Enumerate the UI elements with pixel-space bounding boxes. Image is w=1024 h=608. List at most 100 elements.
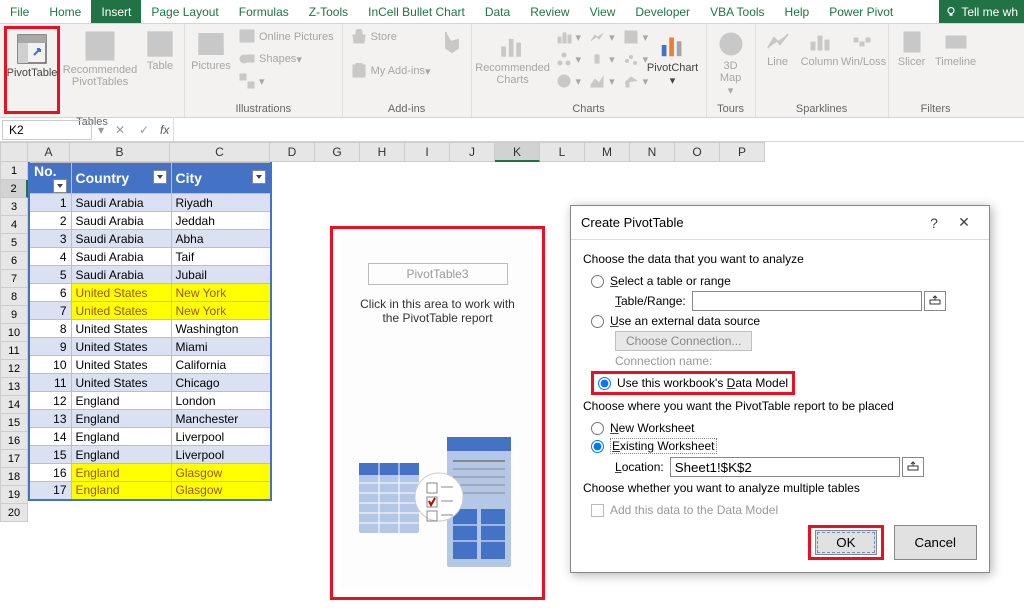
spark-line-button[interactable]: Line [760, 26, 796, 70]
row-header-7[interactable]: 7 [0, 270, 28, 288]
row-header-15[interactable]: 15 [0, 414, 28, 432]
tab-page-layout[interactable]: Page Layout [141, 0, 228, 23]
row-header-20[interactable]: 20 [0, 504, 28, 522]
cell[interactable]: 7 [29, 302, 71, 320]
cell[interactable]: Manchester [171, 410, 271, 428]
pivotchart-button[interactable]: PivotChart▾ [644, 26, 702, 89]
row-header-3[interactable]: 3 [0, 198, 28, 216]
cell[interactable]: United States [71, 320, 171, 338]
shapes-button[interactable]: Shapes ▾ [235, 48, 338, 70]
tab-incell[interactable]: InCell Bullet Chart [358, 0, 475, 23]
col-header-N[interactable]: N [630, 142, 675, 162]
radio-new-worksheet[interactable] [591, 422, 604, 435]
cell[interactable]: England [71, 392, 171, 410]
cell[interactable]: Liverpool [171, 428, 271, 446]
filter-dropdown-country[interactable] [153, 170, 167, 184]
cell[interactable]: Taif [171, 248, 271, 266]
row-header-10[interactable]: 10 [0, 324, 28, 342]
cell[interactable]: Jubail [171, 266, 271, 284]
tab-data[interactable]: Data [475, 0, 520, 23]
cell[interactable]: Saudi Arabia [71, 230, 171, 248]
chart-bar-button[interactable]: ▾ [552, 26, 586, 48]
col-header-H[interactable]: H [360, 142, 405, 162]
cell[interactable]: Jeddah [171, 212, 271, 230]
row-header-2[interactable]: 2 [0, 180, 28, 198]
opt-external[interactable]: Use an external data source [591, 314, 977, 328]
table-button[interactable]: Table [140, 26, 180, 74]
col-header-O[interactable]: O [675, 142, 720, 162]
row-header-13[interactable]: 13 [0, 378, 28, 396]
dialog-close-icon[interactable]: ✕ [949, 214, 979, 231]
cell[interactable]: Liverpool [171, 446, 271, 464]
range-picker-button[interactable] [924, 291, 946, 311]
cell[interactable]: 1 [29, 194, 71, 212]
3dmap-button[interactable]: 3D Map▾ [711, 26, 751, 99]
pivottable-placeholder[interactable]: PivotTable3 Click in this area to work w… [330, 226, 545, 600]
cell[interactable]: England [71, 446, 171, 464]
cell[interactable]: 4 [29, 248, 71, 266]
bing-button[interactable] [437, 26, 467, 58]
opt-new-worksheet[interactable]: New Worksheet [591, 421, 977, 435]
tab-help[interactable]: Help [775, 0, 820, 23]
filter-dropdown-no[interactable] [53, 179, 67, 193]
col-header-I[interactable]: I [405, 142, 450, 162]
cell[interactable]: 3 [29, 230, 71, 248]
cell[interactable]: Saudi Arabia [71, 248, 171, 266]
tab-insert[interactable]: Insert [91, 0, 141, 23]
cell[interactable]: California [171, 356, 271, 374]
row-header-18[interactable]: 18 [0, 468, 28, 486]
row-header-19[interactable]: 19 [0, 486, 28, 504]
spark-col-button[interactable]: Column [798, 26, 842, 70]
row-header-16[interactable]: 16 [0, 432, 28, 450]
header-no[interactable]: No. [29, 163, 71, 194]
row-header-17[interactable]: 17 [0, 450, 28, 468]
chart-line-button[interactable]: ▾ [585, 26, 619, 48]
cell[interactable]: Glasgow [171, 464, 271, 482]
row-header-4[interactable]: 4 [0, 216, 28, 234]
cell[interactable]: United States [71, 338, 171, 356]
tab-developer[interactable]: Developer [625, 0, 700, 23]
header-city[interactable]: City [171, 163, 271, 194]
dialog-help-icon[interactable]: ? [919, 215, 949, 231]
cell[interactable]: Riyadh [171, 194, 271, 212]
cell[interactable]: Washington [171, 320, 271, 338]
cell[interactable]: 5 [29, 266, 71, 284]
radio-data-model[interactable] [598, 377, 611, 390]
col-header-A[interactable]: A [28, 142, 70, 162]
cell[interactable]: 11 [29, 374, 71, 392]
opt-existing-worksheet[interactable]: Existing Worksheet [591, 438, 977, 454]
cell[interactable]: 15 [29, 446, 71, 464]
cancel-button[interactable]: Cancel [894, 525, 978, 560]
cells-area[interactable]: No.CountryCity1Saudi ArabiaRiyadh2Saudi … [28, 162, 272, 501]
store-button[interactable]: Store [347, 26, 435, 48]
pictures-button[interactable]: Pictures [189, 26, 233, 74]
row-header-9[interactable]: 9 [0, 306, 28, 324]
cell[interactable]: 6 [29, 284, 71, 302]
radio-existing-worksheet[interactable] [591, 440, 604, 453]
cell[interactable]: Saudi Arabia [71, 266, 171, 284]
cell[interactable]: Chicago [171, 374, 271, 392]
chart-surface-button[interactable]: ▾ [585, 70, 619, 92]
chart-stat-button[interactable]: ▾ [585, 48, 619, 70]
chart-hier-button[interactable]: ▾ [552, 48, 586, 70]
cell[interactable]: United States [71, 356, 171, 374]
row-header-8[interactable]: 8 [0, 288, 28, 306]
tab-vba[interactable]: VBA Tools [700, 0, 774, 23]
cell[interactable]: Saudi Arabia [71, 194, 171, 212]
tab-file[interactable]: File [0, 0, 39, 23]
row-header-12[interactable]: 12 [0, 360, 28, 378]
select-all-button[interactable] [0, 142, 28, 162]
col-header-B[interactable]: B [70, 142, 170, 162]
header-country[interactable]: Country [71, 163, 171, 194]
tab-view[interactable]: View [580, 0, 626, 23]
cell[interactable]: 13 [29, 410, 71, 428]
col-header-D[interactable]: D [270, 142, 315, 162]
cell[interactable]: 12 [29, 392, 71, 410]
tab-powerpivot[interactable]: Power Pivot [819, 0, 903, 23]
location-picker-button[interactable] [902, 457, 924, 477]
col-header-G[interactable]: G [315, 142, 360, 162]
cell[interactable]: 16 [29, 464, 71, 482]
cell[interactable]: England [71, 464, 171, 482]
pivottable-button[interactable]: PivotTable [4, 26, 60, 114]
row-header-5[interactable]: 5 [0, 234, 28, 252]
